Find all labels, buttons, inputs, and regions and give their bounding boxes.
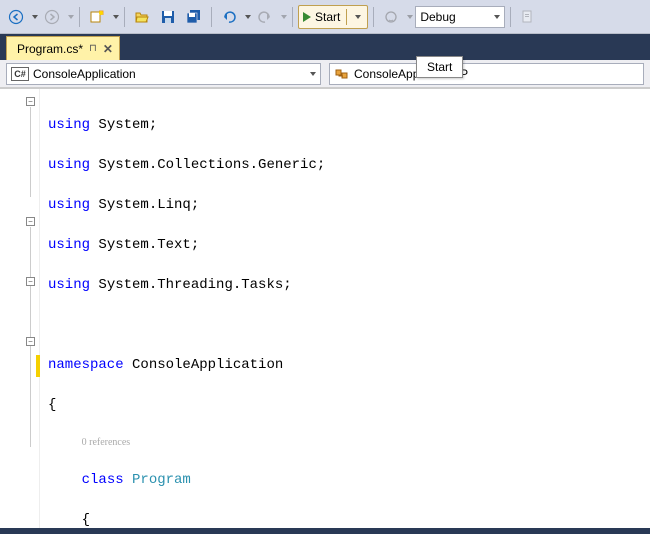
open-file-button[interactable] xyxy=(130,5,154,29)
document-tabstrip: Program.cs* ⊓ ✕ Start xyxy=(0,34,650,60)
start-tooltip: Start xyxy=(416,56,463,78)
code-line[interactable]: using System.Text; xyxy=(48,235,650,255)
start-label: Start xyxy=(315,10,340,24)
pin-tab-icon[interactable]: ⊓ xyxy=(89,43,97,54)
code-line[interactable]: using System.Collections.Generic; xyxy=(48,155,650,175)
browser-link-dropdown-icon[interactable] xyxy=(407,15,413,19)
scope-dropdown-member[interactable]: ConsoleApplication.P xyxy=(329,63,644,85)
nav-forward-dropdown-icon[interactable] xyxy=(68,15,74,19)
outline-collapse-toggle[interactable]: − xyxy=(26,337,35,346)
code-editor[interactable]: − − − − using System; using System.Colle… xyxy=(0,88,650,528)
new-project-button[interactable] xyxy=(85,5,109,29)
scope-class-value: ConsoleApplication xyxy=(33,67,304,81)
nav-back-dropdown-icon[interactable] xyxy=(32,15,38,19)
browser-link-button[interactable] xyxy=(379,5,403,29)
main-toolbar: Start Debug xyxy=(0,0,650,34)
new-project-dropdown-icon[interactable] xyxy=(113,15,119,19)
start-dropdown-icon[interactable] xyxy=(355,15,361,19)
nav-back-button[interactable] xyxy=(4,5,28,29)
scope-dropdown-class[interactable]: C# ConsoleApplication xyxy=(6,63,321,85)
save-button[interactable] xyxy=(156,5,180,29)
code-line[interactable] xyxy=(48,315,650,335)
code-line[interactable]: using System.Linq; xyxy=(48,195,650,215)
code-line[interactable]: { xyxy=(48,395,650,415)
csharp-icon: C# xyxy=(11,67,29,81)
toolbar-separator xyxy=(292,7,293,27)
undo-button[interactable] xyxy=(217,5,241,29)
nav-forward-button[interactable] xyxy=(40,5,64,29)
file-tab-program-cs[interactable]: Program.cs* ⊓ ✕ xyxy=(6,36,120,60)
outline-collapse-toggle[interactable]: − xyxy=(26,277,35,286)
editor-gutter: − − − − xyxy=(0,89,40,528)
code-line[interactable]: class Program xyxy=(48,470,650,490)
save-all-button[interactable] xyxy=(182,5,206,29)
codelens-line[interactable]: 0 references xyxy=(48,435,650,450)
chevron-down-icon xyxy=(494,15,500,19)
config-value: Debug xyxy=(420,10,455,24)
code-line[interactable]: using System; xyxy=(48,115,650,135)
code-content[interactable]: using System; using System.Collections.G… xyxy=(40,89,650,528)
code-line[interactable]: { xyxy=(48,510,650,528)
toolbar-separator xyxy=(211,7,212,27)
solution-config-dropdown[interactable]: Debug xyxy=(415,6,505,28)
toolbar-separator xyxy=(79,7,80,27)
toolbar-separator xyxy=(124,7,125,27)
redo-dropdown-icon[interactable] xyxy=(281,15,287,19)
undo-dropdown-icon[interactable] xyxy=(245,15,251,19)
window-border xyxy=(0,528,650,534)
redo-button[interactable] xyxy=(253,5,277,29)
outline-line xyxy=(30,107,31,197)
code-line[interactable]: namespace ConsoleApplication xyxy=(48,355,650,375)
play-icon xyxy=(303,12,311,22)
chevron-down-icon xyxy=(310,72,316,76)
find-in-files-button[interactable] xyxy=(516,5,540,29)
start-debugging-button[interactable]: Start xyxy=(298,5,368,29)
toolbar-separator xyxy=(373,7,374,27)
outline-collapse-toggle[interactable]: − xyxy=(26,217,35,226)
code-line[interactable]: using System.Threading.Tasks; xyxy=(48,275,650,295)
tab-filename: Program.cs* xyxy=(17,42,83,56)
outline-collapse-toggle[interactable]: − xyxy=(26,97,35,106)
class-icon xyxy=(334,66,350,82)
code-navigation-bar: C# ConsoleApplication ConsoleApplication… xyxy=(0,60,650,88)
close-tab-icon[interactable]: ✕ xyxy=(103,42,113,56)
toolbar-separator xyxy=(510,7,511,27)
